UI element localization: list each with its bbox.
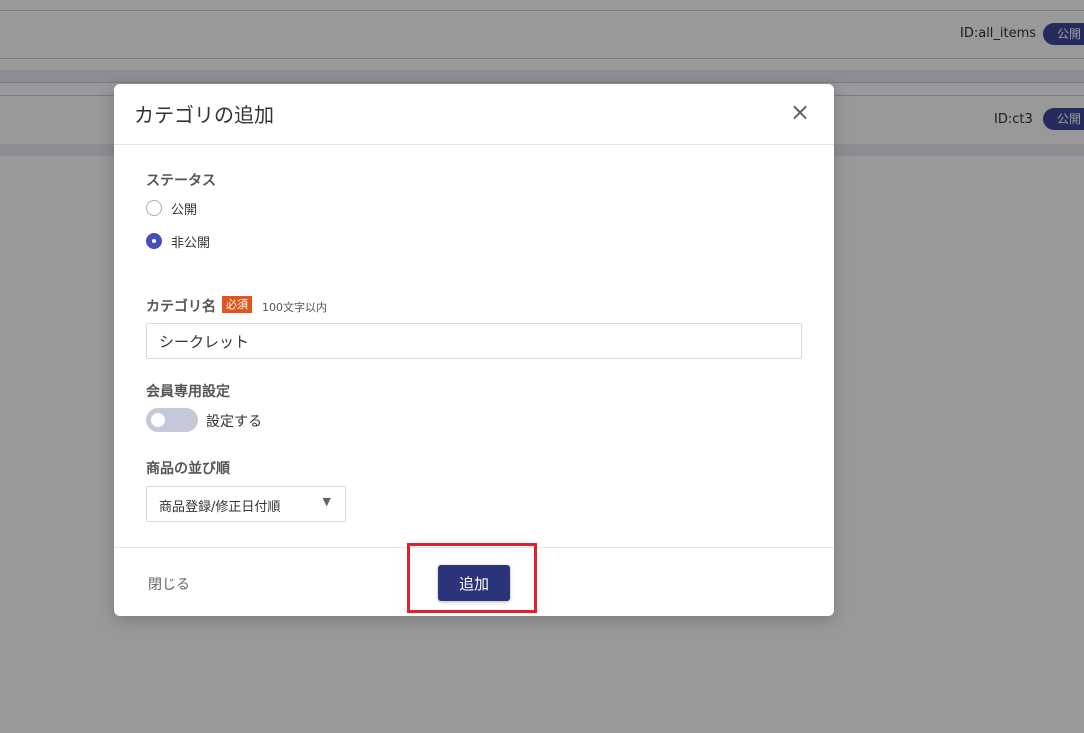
highlight-annotation [407, 543, 537, 613]
category-name-label: カテゴリ名 [146, 299, 216, 315]
status-option-public[interactable]: 公開 [146, 198, 197, 218]
member-only-label: 会員専用設定 [146, 384, 230, 400]
add-category-modal: カテゴリの追加 × ステータス 公開 非公開 カテゴリ名 必須 100文字以内 … [114, 84, 834, 616]
modal-title: カテゴリの追加 [134, 103, 274, 127]
status-label: ステータス [146, 173, 216, 189]
radio-label: 公開 [171, 202, 198, 218]
required-badge: 必須 [222, 296, 252, 313]
member-only-toggle[interactable] [146, 408, 198, 432]
radio-button[interactable] [146, 200, 162, 216]
close-icon[interactable]: × [786, 98, 814, 126]
category-name-input[interactable] [146, 323, 802, 359]
close-button[interactable]: 閉じる [148, 574, 190, 594]
toggle-knob [151, 413, 165, 427]
sort-order-label: 商品の並び順 [146, 461, 230, 477]
status-option-private[interactable]: 非公開 [146, 231, 210, 251]
chevron-down-icon: ▼ [322, 495, 331, 508]
radio-button-checked[interactable] [146, 233, 162, 249]
category-name-hint: 100文字以内 [262, 301, 327, 314]
member-only-toggle-label: 設定する [206, 414, 262, 430]
modal-header: カテゴリの追加 × [114, 84, 834, 145]
sort-order-value: 商品登録/修正日付順 [159, 500, 281, 515]
sort-order-select[interactable]: 商品登録/修正日付順 ▼ [146, 486, 346, 522]
radio-label: 非公開 [171, 235, 211, 251]
